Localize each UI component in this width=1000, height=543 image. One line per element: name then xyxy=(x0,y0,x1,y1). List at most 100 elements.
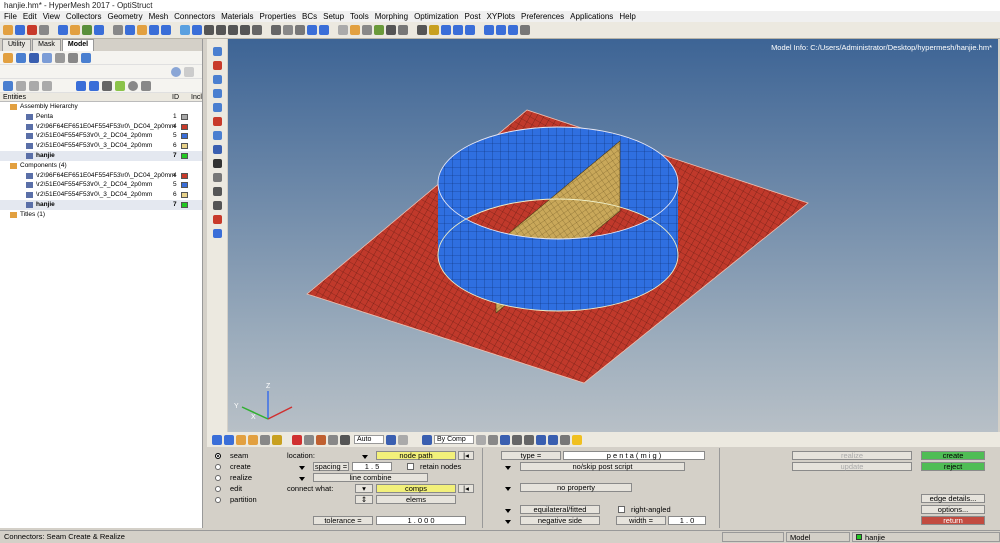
toolbar-tool-31-icon[interactable] xyxy=(398,25,408,35)
unmask-icon[interactable] xyxy=(316,434,326,445)
menu-setup[interactable]: Setup xyxy=(323,11,344,22)
edge-details-button[interactable]: edge details... xyxy=(921,494,985,503)
menu-materials[interactable]: Materials xyxy=(221,11,253,22)
reset-node-path-button[interactable]: |◂ xyxy=(458,451,474,460)
toolbar-tool-36-icon[interactable] xyxy=(465,25,475,35)
color-icon[interactable] xyxy=(272,434,282,445)
component-view-icon[interactable] xyxy=(16,52,26,63)
toolbar-tool-14-icon[interactable] xyxy=(180,25,190,35)
filter-icon[interactable] xyxy=(184,66,194,77)
toolbar-tool-9-icon[interactable] xyxy=(113,25,123,35)
measure-icon[interactable] xyxy=(212,173,222,182)
component-color-swatch[interactable] xyxy=(181,182,188,189)
toolbar-tool-19-icon[interactable] xyxy=(240,25,250,35)
menu-help[interactable]: Help xyxy=(619,11,635,22)
toolbar-tool-15-icon[interactable] xyxy=(192,25,202,35)
component-color-swatch[interactable] xyxy=(181,123,188,130)
property-button[interactable]: no property xyxy=(520,483,632,492)
view-bottom-icon[interactable] xyxy=(212,75,222,84)
toolbar-tool-37-icon[interactable] xyxy=(484,25,494,35)
edges-icon[interactable] xyxy=(536,434,546,445)
wireframe-icon[interactable] xyxy=(224,434,234,445)
element-shrink-icon[interactable] xyxy=(260,434,270,445)
property-arrow[interactable] xyxy=(505,487,511,491)
component-color-swatch[interactable] xyxy=(181,201,188,208)
include-view-icon[interactable] xyxy=(81,52,91,63)
type-field[interactable]: p e n t a ( m i g ) xyxy=(563,451,705,460)
info-icon[interactable] xyxy=(212,145,222,154)
fitting-arrow[interactable] xyxy=(505,509,511,513)
toolbar-tool-22-icon[interactable] xyxy=(283,25,293,35)
tab-utility[interactable]: Utility xyxy=(2,39,32,51)
tree-row[interactable]: Assembly Hierarchy xyxy=(0,102,202,112)
mode-seam-radio[interactable] xyxy=(215,453,221,459)
component-color-swatch[interactable] xyxy=(181,152,188,159)
menu-tools[interactable]: Tools xyxy=(350,11,369,22)
menu-preferences[interactable]: Preferences xyxy=(521,11,564,22)
menu-edit[interactable]: Edit xyxy=(23,11,37,22)
tolerance-field[interactable]: 1 . 0 0 0 xyxy=(376,516,466,525)
equilateral-fitted-button[interactable]: equilateral/fitted xyxy=(520,505,600,514)
tree-row[interactable]: hanjie 7 xyxy=(0,150,202,161)
auto-select[interactable]: Auto xyxy=(354,435,384,444)
connect-what-arrow[interactable]: ▾ xyxy=(355,484,373,493)
component-color-swatch[interactable] xyxy=(181,113,188,120)
menu-morphing[interactable]: Morphing xyxy=(375,11,408,22)
eye-icon[interactable] xyxy=(128,80,138,91)
material-view-icon[interactable] xyxy=(42,52,52,63)
feature-icon[interactable] xyxy=(236,434,246,445)
show-icon[interactable] xyxy=(16,80,26,91)
component-color-swatch[interactable] xyxy=(181,143,188,150)
find-icon[interactable] xyxy=(328,434,338,445)
property-view-icon[interactable] xyxy=(55,52,65,63)
menu-geometry[interactable]: Geometry xyxy=(107,11,142,22)
menu-optimization[interactable]: Optimization xyxy=(414,11,458,22)
tab-model[interactable]: Model xyxy=(61,39,95,51)
location-dropdown-arrow[interactable] xyxy=(362,455,368,459)
tree-row[interactable]: \r2\96F64EF651E04F554F53\r0\_DC04_2p0mm 4 xyxy=(0,171,202,181)
elems-toggle-arrow[interactable]: ⇕ xyxy=(355,495,373,504)
toolbar-tool-5-icon[interactable] xyxy=(58,25,68,35)
post-script-arrow[interactable] xyxy=(505,466,511,470)
isolate-icon[interactable] xyxy=(42,80,52,91)
right-angled-checkbox[interactable] xyxy=(618,506,625,513)
toolbar-tool-1-icon[interactable] xyxy=(3,25,13,35)
menu-xyplots[interactable]: XYPlots xyxy=(487,11,515,22)
tree-row[interactable]: \r2\51E04F554F53\r0\_2_DC04_2p0mm 5 xyxy=(0,131,202,141)
tree-row[interactable]: \r2\51E04F554F53\r0\_2_DC04_2p0mm 5 xyxy=(0,180,202,190)
negative-side-button[interactable]: negative side xyxy=(520,516,600,525)
mode-partition-radio[interactable] xyxy=(215,497,221,503)
menu-file[interactable]: File xyxy=(4,11,17,22)
by-comp-select[interactable]: By Comp xyxy=(434,435,474,444)
cube-icon[interactable] xyxy=(76,80,86,91)
menu-properties[interactable]: Properties xyxy=(260,11,296,22)
reject-button[interactable]: reject xyxy=(921,462,985,471)
color-mode-icon[interactable] xyxy=(422,434,432,445)
mask-icon[interactable] xyxy=(304,434,314,445)
create-button[interactable]: create xyxy=(921,451,985,460)
hide-icon[interactable] xyxy=(29,80,39,91)
toolbar-tool-8-icon[interactable] xyxy=(94,25,104,35)
folder-icon[interactable] xyxy=(3,52,13,63)
toolbar-tool-32-icon[interactable] xyxy=(417,25,427,35)
assembly-view-icon[interactable] xyxy=(29,52,39,63)
spacing-field[interactable]: 1 . 5 xyxy=(352,462,392,471)
import-icon[interactable] xyxy=(115,80,125,91)
component-color-swatch[interactable] xyxy=(181,172,188,179)
mode-create-radio[interactable] xyxy=(215,464,221,470)
toolbar-tool-18-icon[interactable] xyxy=(228,25,238,35)
node-path-selector[interactable]: node path xyxy=(376,451,456,460)
mesh-display-icon[interactable] xyxy=(386,434,396,445)
expand-icon[interactable] xyxy=(3,80,13,91)
toolbar-tool-38-icon[interactable] xyxy=(496,25,506,35)
toolbar-tool-21-icon[interactable] xyxy=(271,25,281,35)
line-icon[interactable] xyxy=(512,434,522,445)
toolbar-tool-10-icon[interactable] xyxy=(125,25,135,35)
toolbar-tool-12-icon[interactable] xyxy=(149,25,159,35)
toolbar-tool-13-icon[interactable] xyxy=(161,25,171,35)
toolbar-tool-24-icon[interactable] xyxy=(307,25,317,35)
toolbar-tool-27-icon[interactable] xyxy=(350,25,360,35)
fill-icon[interactable] xyxy=(398,434,408,445)
toolbar-tool-23-icon[interactable] xyxy=(295,25,305,35)
toolbar-tool-40-icon[interactable] xyxy=(520,25,530,35)
